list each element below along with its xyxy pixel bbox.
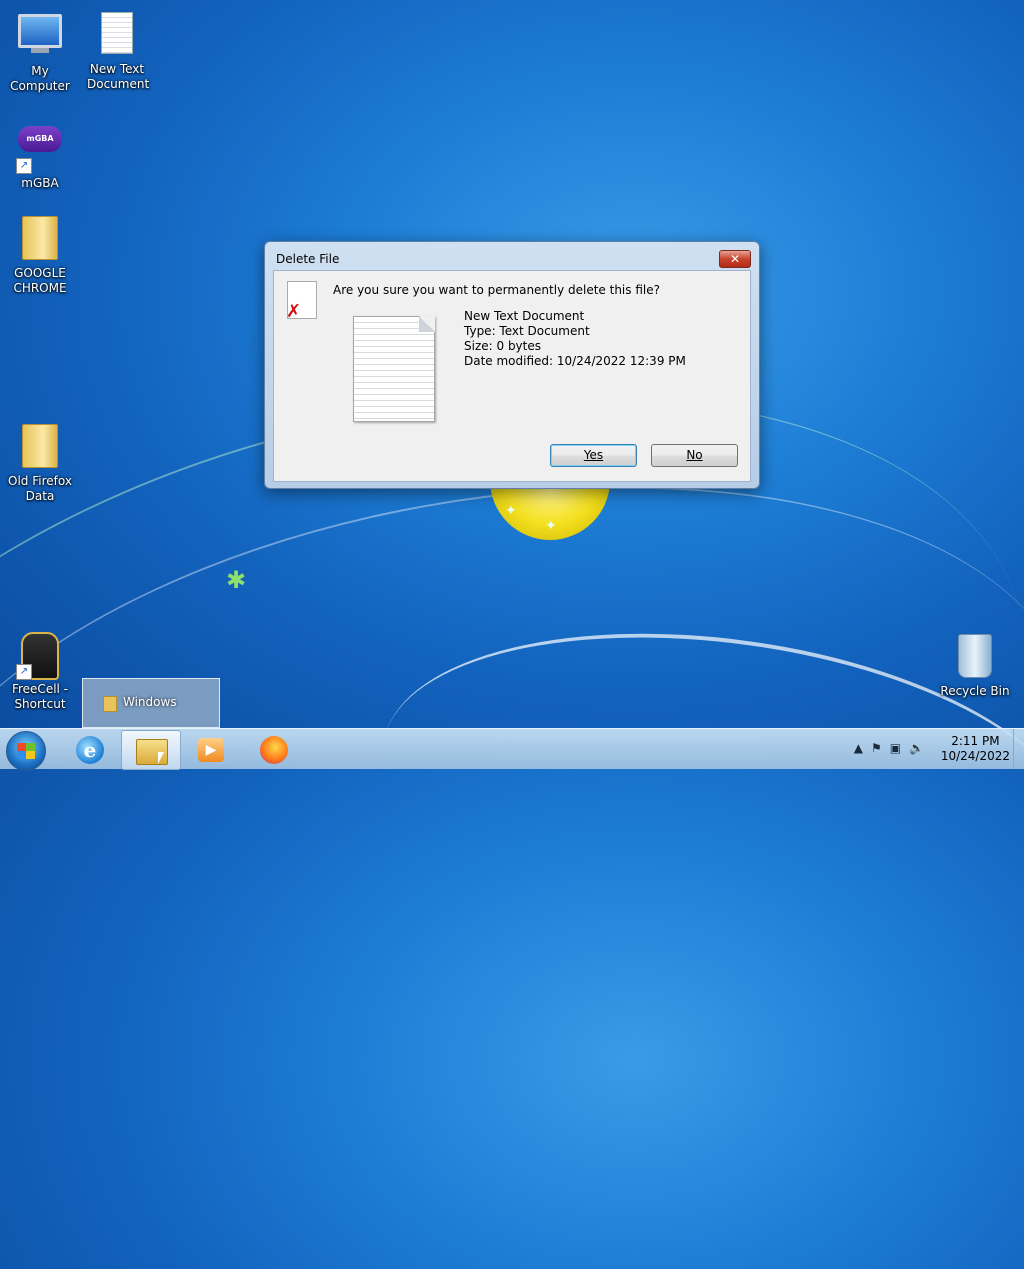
taskbar-firefox[interactable] bbox=[244, 730, 302, 768]
dialog-title: Delete File bbox=[276, 252, 340, 266]
file-date-modified: Date modified: 10/24/2022 12:39 PM bbox=[464, 354, 686, 368]
desktop-icon-label: GOOGLE CHROME bbox=[13, 266, 67, 295]
show-hidden-icons-icon[interactable]: ▲ bbox=[854, 741, 871, 755]
start-button[interactable] bbox=[6, 731, 46, 771]
shortcut-arrow-icon: ↗ bbox=[16, 664, 32, 680]
desktop-icon-google-chrome-folder[interactable]: GOOGLE CHROME bbox=[0, 212, 80, 296]
internet-explorer-icon: e bbox=[76, 736, 104, 764]
desktop-icon-old-firefox-data[interactable]: Old Firefox Data bbox=[0, 420, 80, 504]
media-player-icon: ▶ bbox=[198, 738, 224, 762]
folder-icon bbox=[16, 216, 64, 264]
clock-time: 2:11 PM bbox=[951, 734, 1000, 748]
windows-logo-icon bbox=[17, 743, 35, 759]
close-button[interactable]: ✕ bbox=[719, 250, 751, 268]
file-preview-icon bbox=[353, 316, 435, 422]
wallpaper-sparkle: ✦ bbox=[505, 503, 517, 519]
computer-icon bbox=[16, 14, 64, 62]
taskbar-windows-explorer[interactable] bbox=[121, 730, 181, 770]
desktop-icon-my-computer[interactable]: My Computer bbox=[0, 10, 80, 94]
delete-confirmation-question: Are you sure you want to permanently del… bbox=[333, 283, 660, 297]
volume-icon[interactable]: 🔈 bbox=[909, 741, 932, 755]
file-name: New Text Document bbox=[464, 309, 585, 323]
delete-file-icon: ✗ bbox=[286, 281, 317, 322]
taskbar: e ▶ ▲⚑▣🔈 2:11 PM 10/24/2022 bbox=[0, 728, 1024, 771]
desktop-icon-mgba[interactable]: mGBA ↗ mGBA bbox=[0, 114, 80, 191]
desktop-icon-new-text-document[interactable]: New Text Document bbox=[77, 10, 157, 92]
wallpaper-sparkle: ✦ bbox=[545, 518, 557, 534]
file-info: New Text Document Type: Text Document Si… bbox=[464, 309, 686, 369]
firefox-icon bbox=[260, 736, 288, 764]
shortcut-arrow-icon: ↗ bbox=[16, 158, 32, 174]
freecell-icon: ↗ bbox=[16, 632, 64, 680]
file-size: Size: 0 bytes bbox=[464, 339, 541, 353]
desktop-icon-label: Recycle Bin bbox=[940, 684, 1010, 698]
desktop-icon-label: Old Firefox Data bbox=[8, 474, 72, 503]
taskbar-window-popup[interactable]: Windows bbox=[82, 678, 220, 728]
delete-file-dialog: Delete File ✕ ✗ Are you sure you want to… bbox=[264, 241, 760, 489]
file-type: Type: Text Document bbox=[464, 324, 590, 338]
network-icon[interactable]: ▣ bbox=[890, 741, 909, 755]
no-button-label: No bbox=[686, 448, 703, 462]
taskbar-internet-explorer[interactable]: e bbox=[60, 730, 118, 768]
dialog-body: ✗ Are you sure you want to permanently d… bbox=[273, 270, 751, 482]
wallpaper-leaf: ✱ bbox=[226, 566, 247, 594]
show-desktop-button[interactable] bbox=[1013, 729, 1024, 769]
recycle-bin-icon bbox=[951, 634, 999, 682]
desktop-icon-recycle-bin[interactable]: Recycle Bin bbox=[935, 630, 1015, 699]
no-button[interactable]: No bbox=[651, 444, 738, 467]
desktop-icon-label: New Text Document bbox=[87, 62, 150, 91]
desktop-icon-label: My Computer bbox=[10, 64, 70, 93]
desktop-icon-freecell-shortcut[interactable]: ↗ FreeCell - Shortcut bbox=[0, 630, 80, 712]
desktop-icon-label: mGBA bbox=[21, 176, 59, 190]
text-document-icon bbox=[93, 12, 141, 60]
desktop-icon-label: FreeCell - Shortcut bbox=[11, 682, 69, 711]
system-tray: ▲⚑▣🔈 bbox=[854, 741, 932, 755]
taskbar-popup-label: Windows bbox=[123, 695, 177, 709]
yes-button[interactable]: Yes bbox=[550, 444, 637, 467]
mgba-icon: mGBA ↗ bbox=[16, 126, 64, 174]
mouse-cursor bbox=[158, 752, 164, 764]
taskbar-clock[interactable]: 2:11 PM 10/24/2022 bbox=[941, 734, 1010, 764]
folder-icon bbox=[103, 696, 117, 712]
taskbar-media-player[interactable]: ▶ bbox=[182, 730, 240, 768]
yes-button-label: Yes bbox=[583, 448, 604, 462]
folder-icon bbox=[16, 424, 64, 472]
action-center-flag-icon[interactable]: ⚑ bbox=[871, 741, 890, 755]
clock-date: 10/24/2022 bbox=[940, 749, 1010, 763]
